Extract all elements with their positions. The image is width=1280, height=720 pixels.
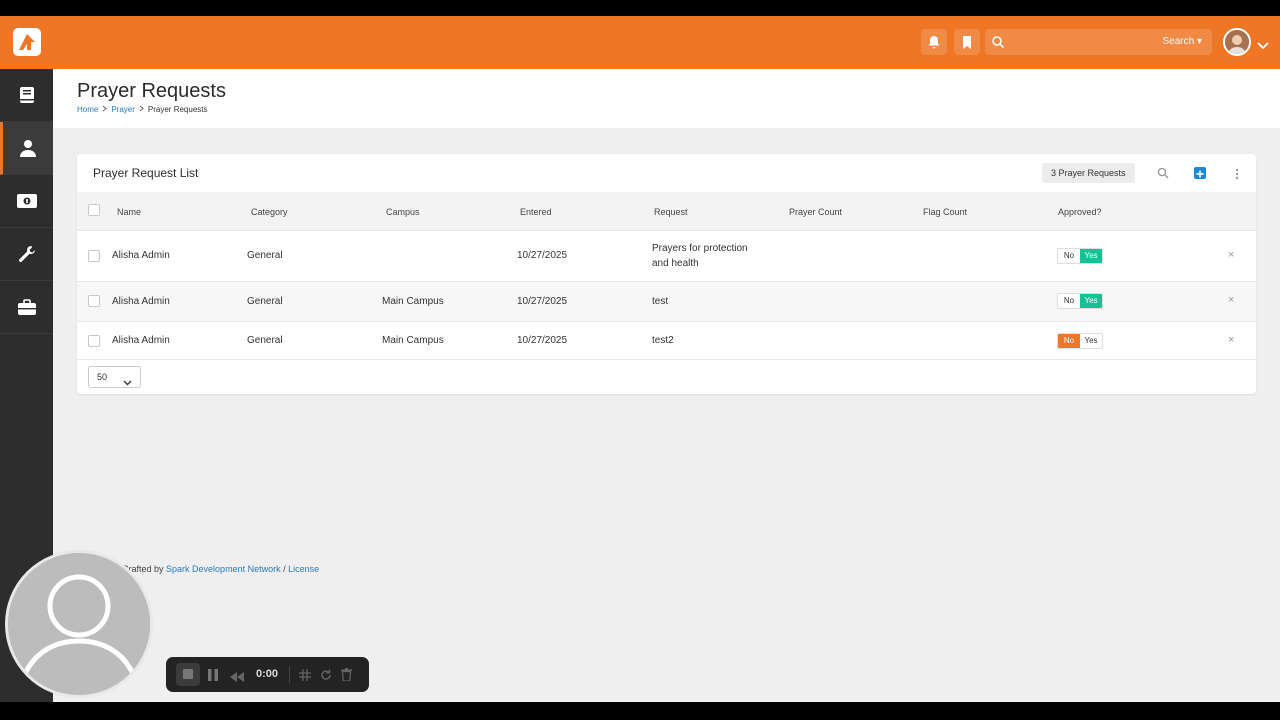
row-checkbox[interactable]	[88, 295, 100, 307]
approval-toggle[interactable]: No Yes	[1057, 333, 1103, 349]
plus-icon	[1196, 170, 1204, 178]
table-row[interactable]: Alisha Admin General 10/27/2025 Prayers …	[77, 230, 1256, 281]
table-row[interactable]: Alisha Admin General Main Campus 10/27/2…	[77, 321, 1256, 360]
row-category: General	[247, 335, 283, 346]
sidebar-item-finance[interactable]	[0, 175, 53, 228]
toolbar-divider	[289, 666, 290, 683]
rock-logo-icon[interactable]	[13, 28, 41, 56]
recording-toolbar: 0:00	[166, 657, 369, 692]
page-size-select[interactable]: 50	[88, 366, 141, 388]
chevron-right-icon	[139, 105, 144, 114]
column-header-campus[interactable]: Campus	[386, 207, 420, 217]
breadcrumb: Home Prayer Prayer Requests	[77, 105, 208, 114]
row-request: test2	[652, 335, 674, 346]
prayer-request-panel: Prayer Request List 3 Prayer Requests Na…	[77, 154, 1256, 394]
approval-yes-option[interactable]: Yes	[1080, 294, 1102, 308]
global-search-input[interactable]: Search ▾	[985, 29, 1212, 55]
webcam-placeholder	[5, 550, 153, 698]
approval-toggle[interactable]: No Yes	[1057, 248, 1103, 264]
row-entered: 10/27/2025	[517, 335, 568, 346]
row-entered: 10/27/2025	[517, 296, 568, 307]
row-name: Alisha Admin	[112, 250, 170, 261]
sidebar-item-admin-tools[interactable]	[0, 228, 53, 281]
table-row[interactable]: Alisha Admin General Main Campus 10/27/2…	[77, 281, 1256, 321]
recording-timer: 0:00	[256, 668, 279, 680]
grid-icon[interactable]	[299, 668, 311, 686]
sidebar-item-people[interactable]	[0, 122, 53, 175]
column-header-name[interactable]: Name	[117, 207, 141, 217]
sidebar-item-book[interactable]	[0, 69, 53, 122]
row-name: Alisha Admin	[112, 296, 170, 307]
chevron-down-icon[interactable]	[1257, 37, 1269, 55]
notification-bell-icon[interactable]	[921, 29, 947, 55]
approval-toggle[interactable]: No Yes	[1057, 293, 1103, 309]
person-silhouette-icon	[8, 553, 150, 695]
row-request: Prayers for protection and health	[652, 243, 748, 269]
chevron-right-icon	[102, 105, 108, 114]
approval-yes-option[interactable]: Yes	[1080, 334, 1102, 348]
sidebar-item-jobs[interactable]	[0, 281, 53, 334]
chevron-down-icon	[123, 373, 132, 391]
page-header: Prayer Requests Home Prayer Prayer Reque…	[53, 69, 1280, 128]
column-header-flag-count[interactable]: Flag Count	[923, 207, 967, 217]
delete-row-icon[interactable]: ×	[1228, 249, 1234, 261]
row-category: General	[247, 250, 283, 261]
restart-icon[interactable]	[320, 668, 332, 686]
column-header-approved[interactable]: Approved?	[1058, 207, 1102, 217]
request-count-badge: 3 Prayer Requests	[1042, 163, 1135, 183]
add-request-button[interactable]	[1194, 167, 1206, 179]
bookmark-icon[interactable]	[954, 29, 980, 55]
breadcrumb-current: Prayer Requests	[147, 105, 208, 114]
search-icon	[991, 35, 1005, 49]
top-bar: Search ▾	[0, 16, 1280, 69]
stop-recording-button[interactable]	[176, 663, 200, 686]
panel-title: Prayer Request List	[93, 166, 199, 180]
rewind-icon[interactable]	[230, 669, 244, 687]
briefcase-icon	[17, 299, 36, 315]
row-campus: Main Campus	[382, 335, 444, 346]
user-avatar[interactable]	[1223, 28, 1251, 56]
approval-yes-option[interactable]: Yes	[1080, 249, 1102, 263]
wrench-icon	[18, 246, 35, 262]
row-campus: Main Campus	[382, 296, 444, 307]
footer-link-spark[interactable]: Spark Development Network	[166, 564, 281, 574]
breadcrumb-prayer[interactable]: Prayer	[111, 105, 135, 114]
select-all-checkbox[interactable]	[88, 204, 100, 216]
column-header-request[interactable]: Request	[654, 207, 688, 217]
page-title: Prayer Requests	[77, 80, 226, 102]
delete-row-icon[interactable]: ×	[1228, 294, 1234, 306]
approval-no-option[interactable]: No	[1058, 249, 1080, 263]
row-entered: 10/27/2025	[517, 250, 568, 261]
user-icon	[20, 140, 36, 157]
row-name: Alisha Admin	[112, 335, 170, 346]
row-category: General	[247, 296, 283, 307]
search-scope-dropdown[interactable]: Search ▾	[1163, 36, 1202, 47]
approval-no-option[interactable]: No	[1058, 334, 1080, 348]
column-header-prayer-count[interactable]: Prayer Count	[789, 207, 842, 217]
footer-separator: /	[280, 564, 289, 574]
pause-icon[interactable]	[208, 668, 218, 686]
page-size-value: 50	[97, 372, 108, 382]
delete-row-icon[interactable]: ×	[1228, 334, 1234, 346]
column-header-entered[interactable]: Entered	[520, 207, 552, 217]
trash-icon[interactable]	[341, 668, 352, 686]
more-options-icon[interactable]	[1235, 167, 1239, 185]
footer-link-license[interactable]: License	[288, 564, 319, 574]
filter-search-icon[interactable]	[1157, 166, 1169, 184]
column-header-category[interactable]: Category	[251, 207, 288, 217]
row-request: test	[652, 296, 669, 307]
footer: Crafted by Spark Development Network / L…	[122, 564, 319, 574]
approval-no-option[interactable]: No	[1058, 294, 1080, 308]
breadcrumb-home[interactable]: Home	[77, 105, 98, 114]
row-checkbox[interactable]	[88, 250, 100, 262]
table-header: Name Category Campus Entered Request Pra…	[77, 192, 1256, 230]
app-window: Search ▾ Prayer Requests Home Prayer Pra…	[0, 16, 1280, 702]
row-checkbox[interactable]	[88, 335, 100, 347]
money-icon	[16, 194, 37, 208]
book-icon	[19, 87, 34, 103]
